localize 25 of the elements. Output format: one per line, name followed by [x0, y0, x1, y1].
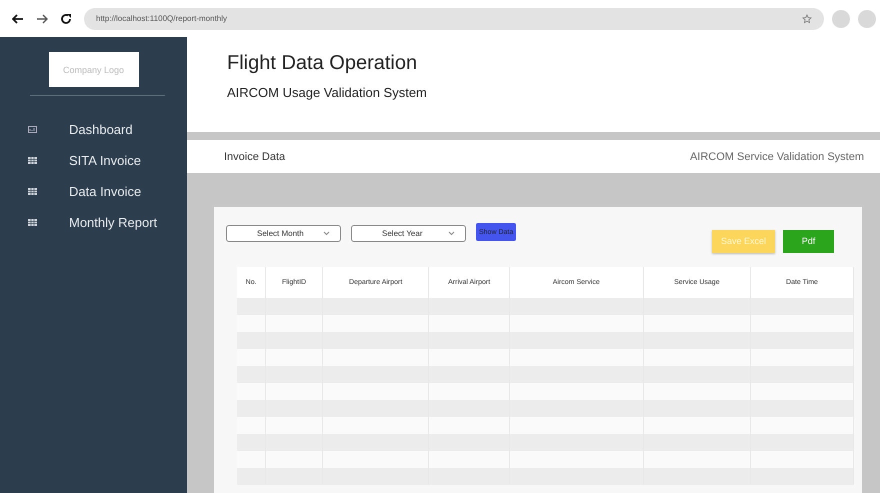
sidebar-item[interactable]: SITA Invoice — [0, 145, 187, 176]
reload-icon[interactable] — [60, 12, 72, 24]
table-icon — [28, 157, 37, 164]
year-select[interactable]: Select Year — [351, 224, 466, 242]
url-text: http://localhost:1100Q/report-monthly — [96, 14, 228, 23]
page-subtitle: AIRCOM Usage Validation System — [227, 85, 428, 100]
placeholder-text: Select Year — [382, 228, 422, 238]
table-icon — [28, 219, 37, 226]
section-title: Invoice Data — [224, 150, 286, 162]
chevron-icon — [323, 230, 330, 236]
table-icon — [28, 188, 37, 195]
address-bar[interactable]: http://localhost:1100Q/report-monthly — [84, 8, 824, 30]
page-title: Flight Data Operation — [227, 52, 418, 75]
sidebar-item[interactable]: Data Invoice — [0, 176, 187, 207]
back-icon[interactable] — [12, 14, 24, 24]
forward-icon[interactable] — [36, 14, 48, 24]
placeholder-text: Select Month — [257, 228, 304, 238]
system-name: AIRCOM Service Validation System — [690, 150, 864, 162]
star-icon[interactable] — [802, 14, 812, 24]
sidebar-item[interactable]: Dashboard — [0, 114, 187, 145]
dashboard-icon — [28, 126, 37, 133]
company-logo: Company Logo — [48, 52, 138, 87]
chevron-icon — [448, 230, 455, 236]
sidebar-item[interactable]: Monthly Report — [0, 207, 187, 238]
month-select[interactable]: Select Month — [226, 224, 341, 242]
